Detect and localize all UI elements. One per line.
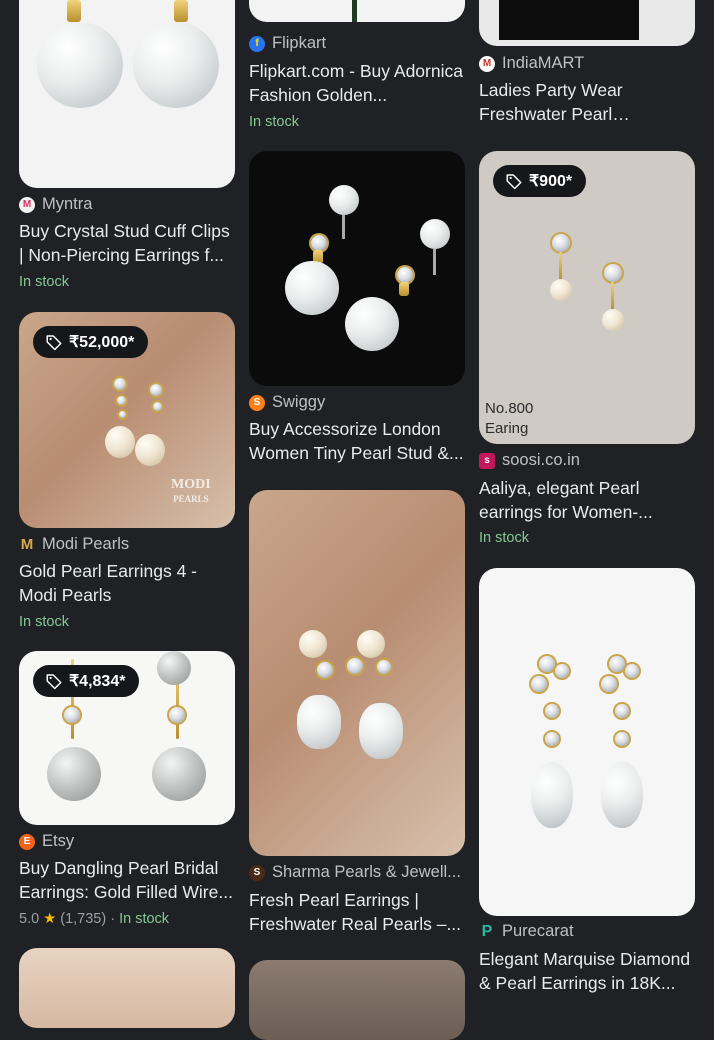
source-label: Modi Pearls — [42, 535, 130, 553]
stock-status: In stock — [479, 530, 529, 546]
source-label: Purecarat — [502, 922, 574, 940]
result-image-modi-pearls[interactable]: MODI PEARLS ₹52,000* — [19, 312, 235, 528]
result-source-myntra[interactable]: M Myntra — [19, 195, 92, 214]
myntra-favicon-icon: M — [19, 196, 35, 213]
separator: · — [110, 911, 116, 927]
result-title[interactable]: Buy Crystal Stud Cuff Clips | Non-Pierci… — [19, 219, 235, 267]
result-source-soosi[interactable]: s soosi.co.in — [479, 451, 580, 470]
stock-status: In stock — [119, 911, 170, 927]
result-image-purecarat[interactable] — [479, 568, 695, 916]
swiggy-favicon-icon: S — [249, 394, 265, 411]
watermark-logo: MODI PEARLS — [171, 477, 211, 505]
result-title[interactable]: Aaliya, elegant Pearl earrings for Women… — [479, 476, 695, 524]
result-source-sharma-pearls[interactable]: S Sharma Pearls & Jewell... — [249, 863, 461, 882]
result-source-purecarat[interactable]: P Purecarat — [479, 922, 574, 941]
source-label: IndiaMART — [502, 54, 585, 72]
result-image-swiggy[interactable] — [249, 151, 465, 386]
price-label: ₹4,834* — [69, 673, 126, 690]
result-image-partial[interactable] — [19, 948, 235, 1028]
price-tag: ₹4,834* — [33, 665, 140, 697]
flipkart-favicon-icon: f — [249, 35, 265, 52]
source-label: Myntra — [42, 195, 93, 213]
result-source-modi-pearls[interactable]: M Modi Pearls — [19, 535, 129, 554]
rating-value: 5.0 — [19, 911, 40, 927]
result-title[interactable]: Fresh Pearl Earrings | Freshwater Real P… — [249, 888, 465, 936]
result-image-etsy[interactable]: ₹4,834* — [19, 651, 235, 825]
stock-status: In stock — [249, 114, 299, 130]
indiamart-favicon-icon: M — [479, 55, 495, 72]
result-source-etsy[interactable]: E Etsy — [19, 832, 74, 851]
purecarat-favicon-icon: P — [481, 922, 493, 940]
result-source-flipkart[interactable]: f Flipkart — [249, 34, 326, 53]
result-image-myntra[interactable] — [19, 0, 235, 188]
source-label: soosi.co.in — [502, 451, 580, 469]
source-label: Sharma Pearls & Jewell... — [272, 863, 461, 881]
result-image-indiamart[interactable] — [479, 0, 695, 46]
price-tag-icon — [506, 174, 522, 190]
result-title[interactable]: Buy Dangling Pearl Bridal Earrings: Gold… — [19, 856, 235, 904]
result-image-flipkart[interactable] — [249, 0, 465, 22]
source-label: Flipkart — [272, 34, 327, 52]
result-source-swiggy[interactable]: S Swiggy — [249, 393, 325, 412]
etsy-favicon-icon: E — [19, 833, 35, 850]
source-label: Etsy — [42, 832, 75, 850]
price-tag-icon — [46, 674, 62, 690]
review-count: (1,735) — [60, 911, 107, 927]
modi-favicon-icon: M — [20, 536, 34, 553]
result-title[interactable]: Flipkart.com - Buy Adornica Fashion Gold… — [249, 59, 465, 107]
rating-row: 5.0 ★ (1,735) · In stock — [19, 911, 169, 927]
result-image-soosi[interactable]: No.800 Earing ₹900* — [479, 151, 695, 444]
price-tag: ₹52,000* — [33, 326, 149, 358]
image-caption: No.800 Earing — [485, 400, 534, 437]
result-title[interactable]: Buy Accessorize London Women Tiny Pearl … — [249, 417, 465, 465]
result-title[interactable]: Gold Pearl Earrings 4 - Modi Pearls — [19, 559, 235, 607]
result-source-indiamart[interactable]: M IndiaMART — [479, 54, 584, 73]
result-title[interactable]: Ladies Party Wear Freshwater Pearl Earri… — [479, 78, 695, 126]
stock-status: In stock — [19, 274, 69, 290]
result-image-sharma-pearls[interactable] — [249, 490, 465, 856]
price-tag-icon — [46, 335, 62, 351]
result-title[interactable]: Elegant Marquise Diamond & Pearl Earring… — [479, 947, 695, 995]
stock-status: In stock — [19, 614, 69, 630]
sharma-favicon-icon: S — [249, 864, 265, 881]
source-label: Swiggy — [272, 393, 326, 411]
soosi-favicon-icon: s — [479, 452, 495, 469]
price-tag: ₹900* — [493, 165, 587, 197]
price-label: ₹900* — [529, 173, 573, 190]
star-icon: ★ — [43, 911, 57, 927]
price-label: ₹52,000* — [69, 334, 135, 351]
result-image-partial[interactable] — [249, 960, 465, 1040]
